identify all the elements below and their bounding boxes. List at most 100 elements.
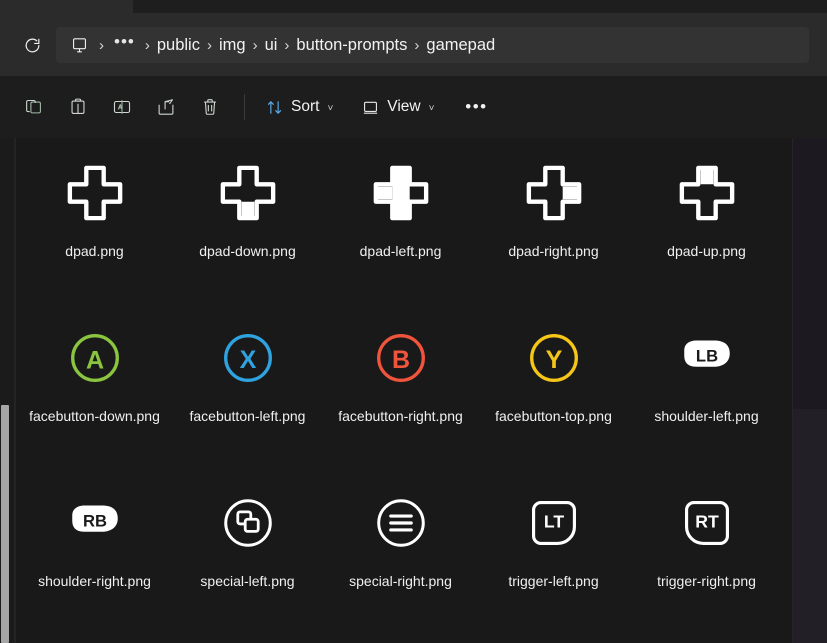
delete-icon — [204, 99, 216, 115]
file-thumbnail: LT — [477, 468, 630, 578]
breadcrumb-item-gamepad[interactable]: gamepad — [426, 36, 495, 55]
view-icon — [364, 101, 378, 114]
file-item[interactable]: LT trigger-left.png — [477, 468, 630, 633]
svg-text:Y: Y — [545, 346, 562, 374]
facebutton-x-icon: X — [223, 334, 272, 382]
sort-label: Sort — [291, 98, 320, 115]
file-item[interactable]: dpad-down.png — [171, 138, 324, 303]
svg-text:X: X — [239, 346, 256, 374]
file-item[interactable]: dpad-right.png — [477, 138, 630, 303]
file-name: facebutton-right.png — [338, 408, 463, 424]
copy-button[interactable] — [12, 89, 56, 125]
more-options-button[interactable]: ••• — [454, 90, 498, 124]
breadcrumb-item-button-prompts[interactable]: button-prompts — [296, 36, 407, 55]
address-bar: › ••• › public › img › ui › button-promp… — [0, 14, 827, 76]
file-name: dpad-left.png — [359, 243, 442, 259]
paste-button[interactable] — [56, 89, 100, 125]
file-thumbnail — [324, 138, 477, 248]
view-label: View — [387, 98, 421, 115]
delete-button[interactable] — [188, 89, 232, 125]
refresh-button[interactable] — [14, 29, 50, 61]
share-button[interactable] — [144, 89, 188, 125]
file-name: facebutton-top.png — [495, 408, 612, 424]
dpad-up-icon — [679, 165, 734, 221]
file-item[interactable]: A facebutton-down.png — [18, 303, 171, 468]
svg-text:RT: RT — [695, 512, 719, 532]
breadcrumb: › ••• › public › img › ui › button-promp… — [56, 27, 809, 63]
file-thumbnail: X — [171, 303, 324, 413]
trigger-rt-icon: RT — [684, 500, 729, 546]
tab-strip-active-region — [133, 0, 827, 13]
svg-text:LT: LT — [543, 512, 563, 532]
file-item[interactable]: special-left.png — [171, 468, 324, 633]
file-thumbnail — [171, 138, 324, 248]
breadcrumb-item-img[interactable]: img — [219, 36, 246, 55]
file-thumbnail — [630, 138, 783, 248]
svg-text:A: A — [85, 347, 103, 375]
file-name: dpad-up.png — [667, 243, 746, 259]
breadcrumb-item-ui[interactable]: ui — [265, 36, 278, 55]
right-gutter-shade — [793, 409, 827, 643]
file-item[interactable]: dpad-left.png — [324, 138, 477, 303]
view-button[interactable]: View ˅ — [353, 90, 442, 124]
breadcrumb-overflow-button[interactable]: ••• — [111, 33, 138, 57]
menu-button-icon — [376, 499, 425, 547]
breadcrumb-separator: › — [99, 36, 104, 54]
dpad-icon — [67, 165, 122, 221]
vertical-scrollbar-thumb[interactable] — [1, 405, 9, 643]
this-pc-icon — [72, 37, 86, 52]
chevron-down-icon: ˅ — [428, 102, 435, 114]
file-thumbnail: B — [324, 303, 477, 413]
file-name: trigger-left.png — [508, 573, 599, 589]
file-thumbnail: RT — [630, 468, 783, 578]
file-item[interactable]: special-right.png — [324, 468, 477, 633]
file-name: dpad-down.png — [199, 243, 296, 259]
right-gutter — [793, 138, 827, 643]
tab-strip — [0, 0, 827, 14]
file-item[interactable]: B facebutton-right.png — [324, 303, 477, 468]
file-thumbnail: A — [18, 303, 171, 413]
sort-button[interactable]: Sort ˅ — [257, 90, 341, 124]
facebutton-b-icon: B — [376, 334, 425, 382]
view-button-icon — [223, 499, 272, 547]
rename-button[interactable] — [100, 89, 144, 125]
this-pc-button[interactable] — [66, 32, 92, 58]
svg-text:B: B — [391, 346, 409, 374]
file-thumbnail — [171, 468, 324, 578]
breadcrumb-item-public[interactable]: public — [157, 36, 200, 55]
file-item[interactable]: dpad-up.png — [630, 138, 783, 303]
copy-icon — [26, 99, 41, 114]
file-name: shoulder-right.png — [38, 573, 151, 589]
file-name: special-right.png — [349, 573, 452, 589]
file-thumbnail — [324, 468, 477, 578]
trigger-lt-icon: LT — [531, 500, 576, 546]
file-name: dpad-right.png — [508, 243, 599, 259]
file-item[interactable]: dpad.png — [18, 138, 171, 303]
dpad-down-icon — [220, 165, 275, 221]
breadcrumb-separator: › — [284, 36, 290, 54]
refresh-icon — [25, 38, 39, 52]
file-name: shoulder-left.png — [654, 408, 759, 424]
sort-icon — [267, 100, 282, 114]
file-item[interactable]: RT trigger-right.png — [630, 468, 783, 633]
file-name: special-left.png — [200, 573, 295, 589]
file-item[interactable]: RB shoulder-right.png — [18, 468, 171, 633]
file-item[interactable]: Y facebutton-top.png — [477, 303, 630, 468]
facebutton-a-icon: A — [70, 334, 119, 382]
file-name: trigger-right.png — [657, 573, 756, 589]
file-name: facebutton-down.png — [29, 408, 160, 424]
left-divider — [14, 138, 16, 643]
chevron-down-icon: ˅ — [327, 102, 334, 114]
file-thumbnail: Y — [477, 303, 630, 413]
breadcrumb-separator: › — [252, 36, 258, 54]
facebutton-y-icon: Y — [529, 334, 578, 382]
file-name: facebutton-left.png — [189, 408, 306, 424]
file-thumbnail — [477, 138, 630, 248]
svg-text:RB: RB — [83, 512, 107, 531]
file-item[interactable]: X facebutton-left.png — [171, 303, 324, 468]
file-thumbnail: RB — [18, 468, 171, 578]
file-list-area: dpad.png dpad-down.png dpad-left.png dpa… — [0, 138, 827, 643]
share-icon — [158, 99, 174, 115]
dpad-right-icon — [526, 165, 581, 221]
file-item[interactable]: LB shoulder-left.png — [630, 303, 783, 468]
